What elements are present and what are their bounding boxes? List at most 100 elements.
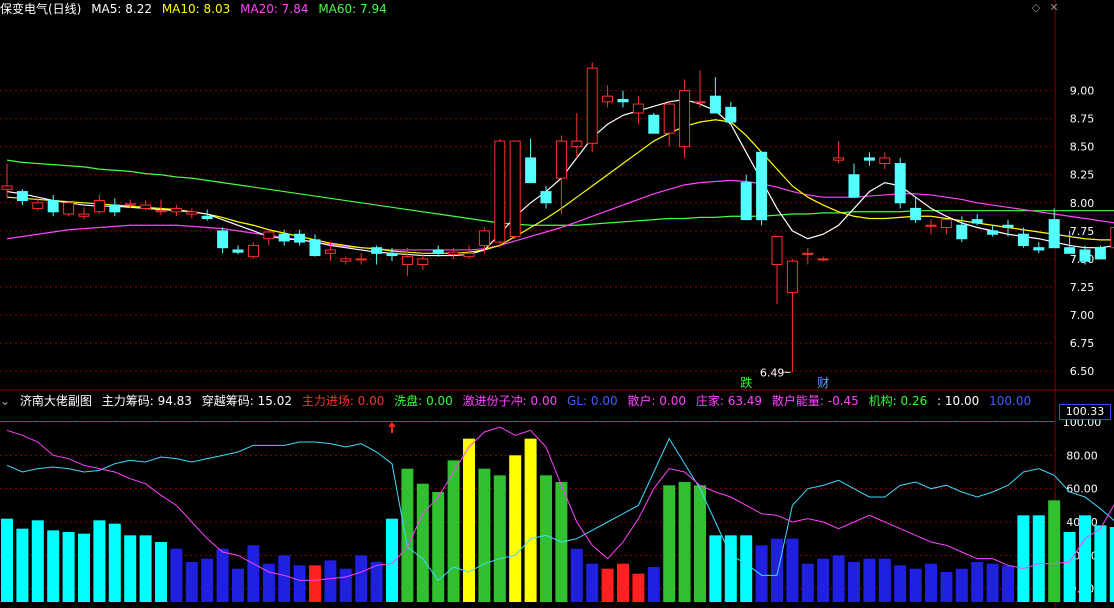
indicator-bar: [78, 533, 90, 602]
candle-body: [740, 182, 752, 221]
candle-body: [586, 67, 598, 144]
up-arrow-icon: [388, 422, 396, 433]
indicator-value: 激进份子冲: 0.00: [462, 394, 558, 408]
candle-body: [201, 215, 213, 220]
indicator-bar: [339, 568, 352, 602]
candle-body: [140, 204, 152, 209]
indicator-value: 机构: 0.26: [868, 394, 928, 408]
candle-body: [602, 95, 614, 103]
indicator-bar: [1094, 525, 1107, 602]
diamond-icon[interactable]: ◇: [1030, 2, 1042, 14]
candle-body: [802, 252, 814, 255]
candle-body: [155, 210, 167, 213]
candle-body: [417, 258, 429, 266]
y-tick-label: 6.50: [1070, 365, 1095, 378]
indicator-value: : 10.00: [937, 394, 980, 408]
y-tick-label: 80.00: [1066, 449, 1098, 462]
ma10-line: [6, 119, 1114, 254]
indicator-bar: [617, 563, 629, 602]
candle-body: [16, 191, 28, 202]
indicator-bar: [108, 523, 121, 602]
indicator-bar: [155, 542, 167, 602]
indicator-bar: [201, 558, 214, 602]
candle-body: [355, 258, 367, 261]
candle-body: [725, 106, 737, 123]
close-icon[interactable]: ✕: [1048, 2, 1060, 14]
indicator-bar: [971, 562, 984, 602]
indicator-bar: [124, 535, 137, 602]
candle-body: [1048, 219, 1060, 249]
candle-body: [987, 230, 999, 235]
candle-body: [910, 207, 922, 221]
chevron-down-icon[interactable]: ⌄: [0, 394, 10, 408]
indicator-bar: [278, 555, 291, 602]
chart-stage: 9.008.758.508.258.007.757.507.257.006.75…: [0, 0, 1114, 608]
candle-body: [956, 224, 968, 240]
indicator-value: 主力筹码: 94.83: [101, 394, 192, 408]
indicator-bar: [894, 565, 907, 602]
indicator-bar: [1032, 515, 1045, 602]
indicator-bar: [940, 572, 953, 602]
indicator-bar: [1063, 532, 1076, 602]
indicator-value: 主力进场: 0.00: [301, 394, 385, 408]
indicator-value: 100.00: [989, 394, 1032, 408]
indicator-bar: [570, 548, 583, 602]
indicator-bar: [16, 528, 29, 602]
indicator-bar: [955, 568, 968, 602]
candle-body: [47, 200, 59, 213]
indicator-title[interactable]: 济南大佬副图: [20, 394, 92, 408]
main-chart-header: 保变电气(日线) MA5: 8.22 MA10: 8.03 MA20: 7.84…: [0, 0, 393, 18]
y-tick-label: 9.00: [1070, 85, 1095, 98]
candle-body: [109, 204, 121, 213]
candle-body: [401, 256, 413, 266]
indicator-value: 散户能量: -0.45: [771, 394, 859, 408]
indicator-bar: [632, 573, 645, 602]
indicator-bar: [817, 558, 830, 602]
candle-body: [309, 239, 321, 257]
indicator-bar: [1048, 500, 1061, 602]
candle-body: [971, 219, 983, 224]
indicator-bar: [139, 535, 152, 602]
indicator-bar: [863, 558, 876, 602]
candle-body: [833, 157, 845, 161]
indicator-bar: [755, 545, 768, 602]
candle-body: [817, 258, 829, 261]
candle-body: [709, 95, 721, 114]
candle-body: [32, 202, 44, 209]
stock-title: 保变电气(日线): [0, 2, 82, 16]
indicator-bar: [925, 563, 937, 602]
indicator-bar: [678, 482, 691, 602]
candle-body: [448, 251, 460, 255]
indicator-bar: [986, 563, 999, 602]
indicator-bar: [509, 455, 522, 602]
event-marker: 跌: [740, 375, 752, 390]
candle-body: [786, 260, 798, 294]
candle-body: [324, 249, 336, 254]
candle-body: [432, 249, 444, 254]
indicator-bar: [801, 563, 814, 602]
y-tick-label: 8.00: [1070, 197, 1095, 210]
candle-body: [571, 140, 583, 148]
indicator-bar: [232, 568, 244, 602]
indicator-bar: [386, 518, 398, 602]
indicator-bar: [447, 460, 460, 602]
indicator-bar: [216, 548, 229, 602]
indicator-bar: [586, 563, 599, 602]
candle-body: [124, 203, 136, 206]
indicator-bar: [170, 548, 183, 602]
indicator-bar: [647, 567, 660, 602]
candle-body: [771, 235, 783, 266]
y-tick-label: 7.00: [1070, 309, 1095, 322]
indicator-bar: [909, 568, 922, 602]
indicator-bar: [493, 475, 506, 602]
candle-body: [894, 163, 906, 204]
candle-body: [663, 103, 675, 134]
candle-body: [509, 140, 521, 237]
candle-body: [478, 230, 490, 246]
indicator-bar: [771, 538, 783, 602]
indicator-bar: [324, 560, 337, 602]
indicator-value: 穿越筹码: 15.02: [201, 394, 292, 408]
indicator-bar: [416, 483, 429, 602]
candle-body: [93, 200, 105, 213]
candle-body: [232, 249, 244, 253]
